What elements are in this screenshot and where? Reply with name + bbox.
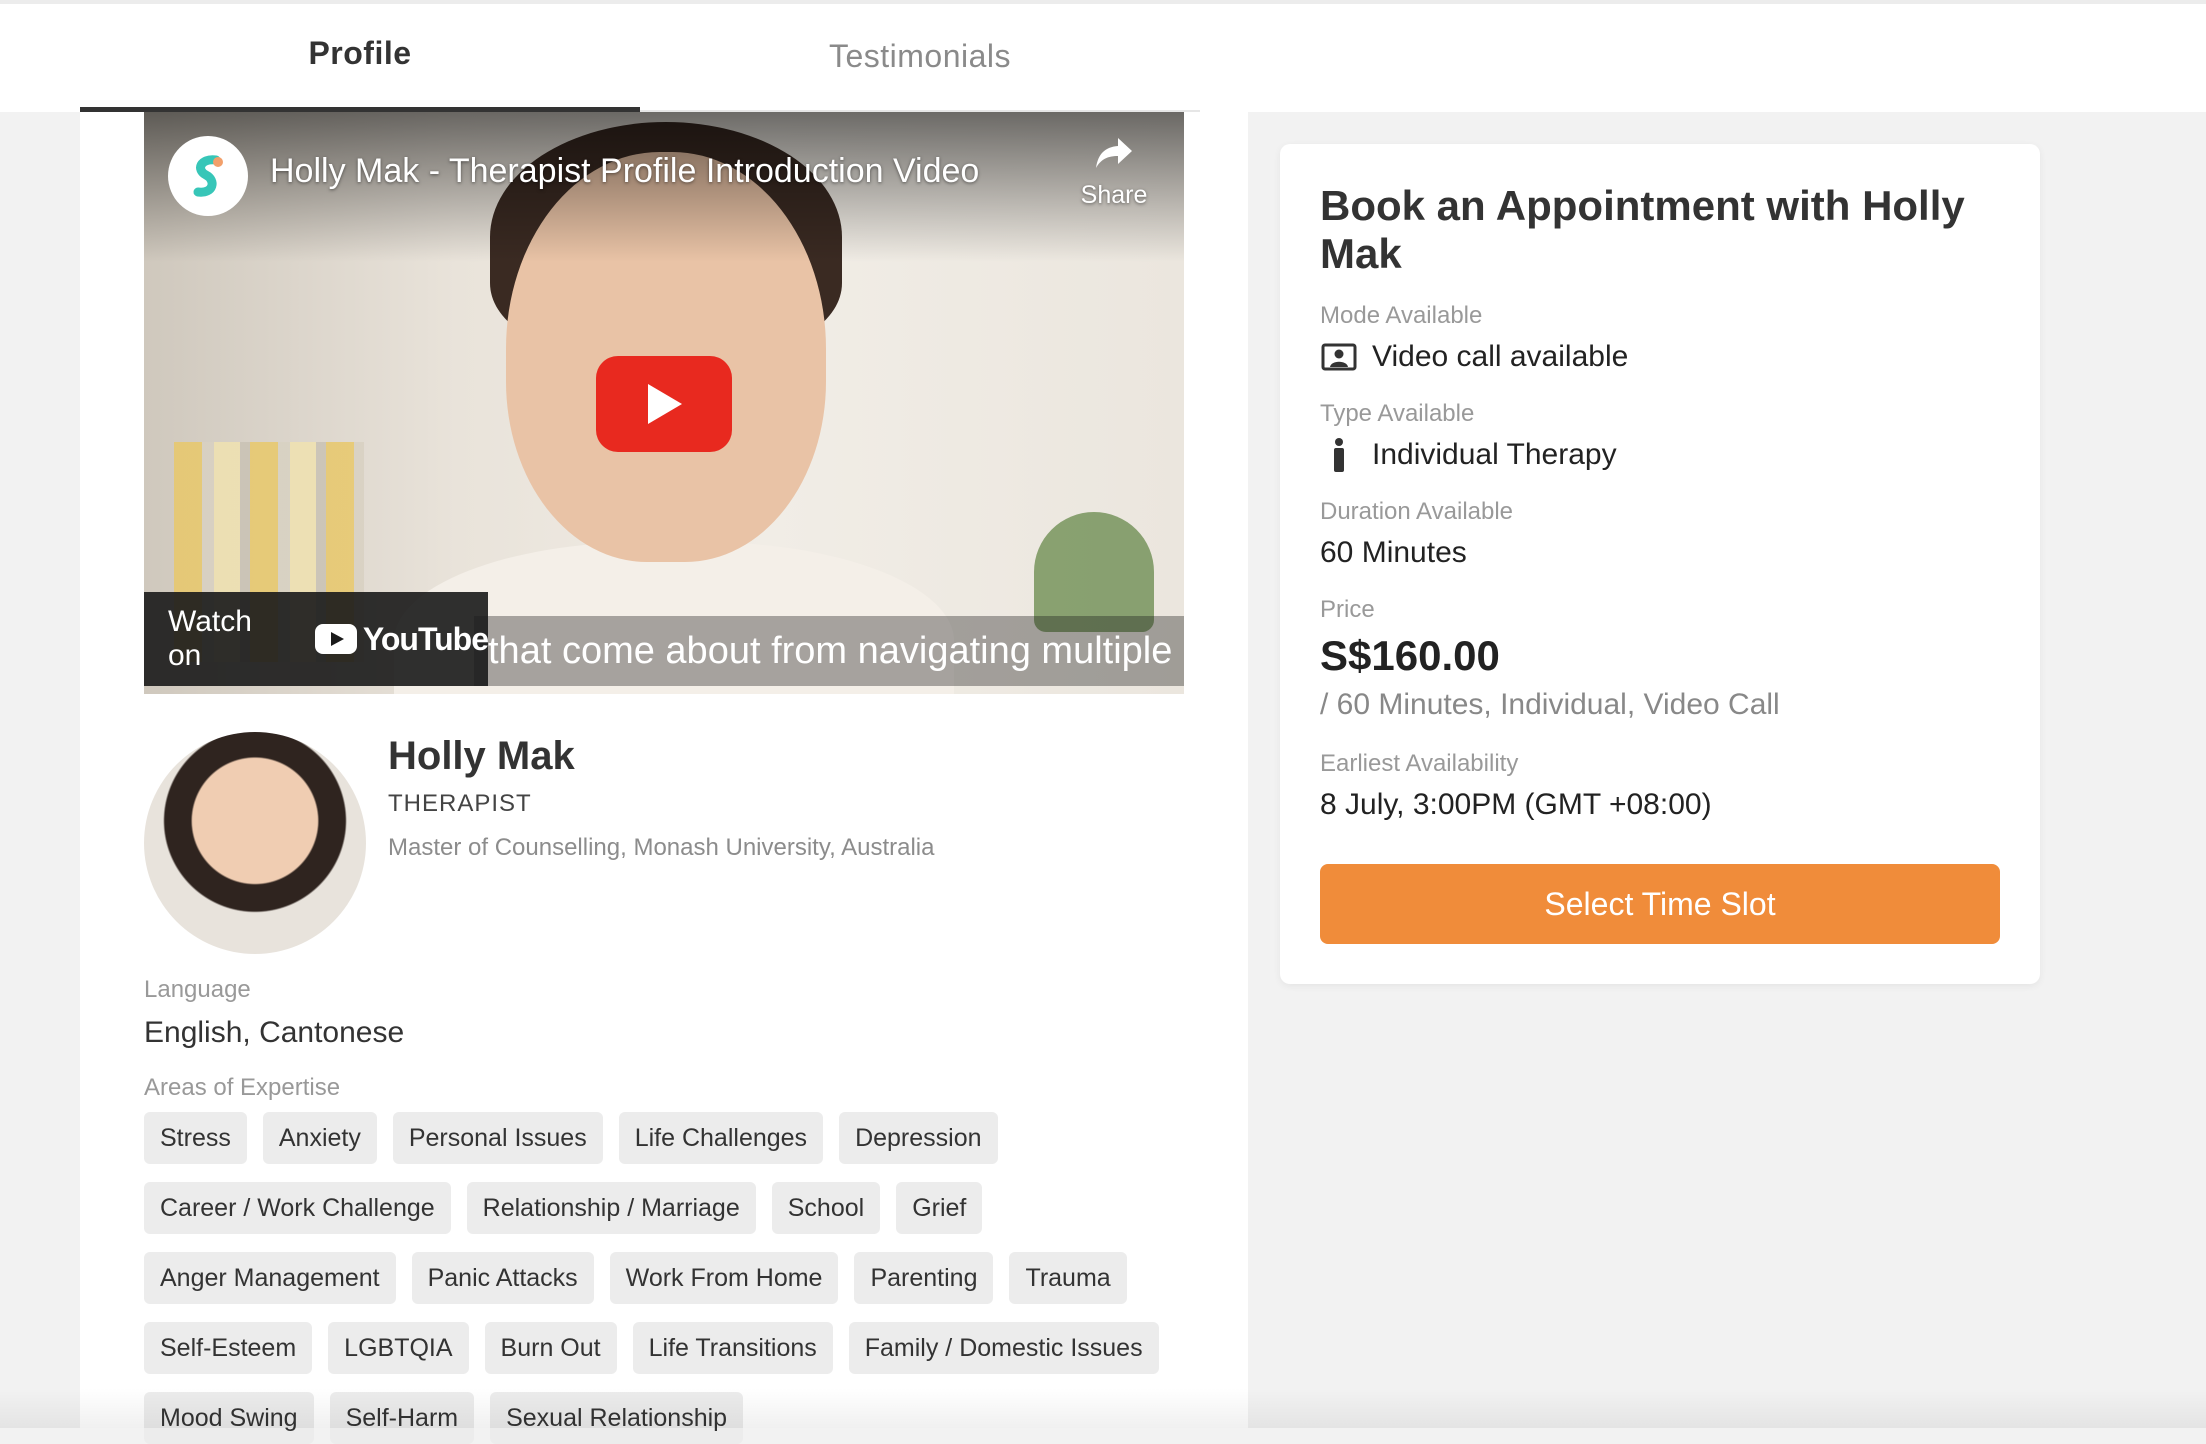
video-caption: that come about from navigating multiple…: [474, 616, 1184, 686]
therapist-role: THERAPIST: [388, 790, 532, 817]
profile-card: Holly Mak - Therapist Profile Introducti…: [80, 112, 1248, 1444]
expertise-tag: Life Transitions: [632, 1322, 833, 1374]
language-label: Language: [144, 976, 251, 1003]
type-value: Individual Therapy: [1320, 438, 1617, 472]
youtube-icon: [314, 624, 357, 654]
mode-value: Video call available: [1320, 340, 1628, 374]
expertise-tag: School: [771, 1182, 881, 1234]
expertise-tag: Self-Esteem: [144, 1322, 313, 1374]
mode-value-text: Video call available: [1372, 340, 1629, 373]
therapist-name: Holly Mak: [388, 734, 575, 778]
profile-tabs: Profile Testimonials: [80, 0, 1200, 112]
bottom-fade: [0, 1388, 2206, 1428]
video-background-plant: [1034, 512, 1154, 632]
type-value-text: Individual Therapy: [1372, 438, 1617, 471]
expertise-tag: Anger Management: [144, 1252, 396, 1304]
play-icon: [648, 384, 682, 424]
share-button[interactable]: Share: [1054, 136, 1174, 210]
expertise-tag: LGBTQIA: [328, 1322, 469, 1374]
price-label: Price: [1320, 596, 1375, 623]
share-icon: [1096, 138, 1132, 168]
tab-profile[interactable]: Profile: [80, 0, 640, 112]
expertise-tag: Career / Work Challenge: [144, 1182, 451, 1234]
mode-label: Mode Available: [1320, 302, 1483, 329]
select-time-slot-button[interactable]: Select Time Slot: [1320, 864, 2000, 944]
video-title[interactable]: Holly Mak - Therapist Profile Introducti…: [270, 152, 979, 191]
booking-title: Book an Appointment with Holly Mak: [1320, 182, 1965, 277]
availability-label: Earliest Availability: [1320, 750, 1519, 777]
youtube-wordmark: YouTube: [362, 620, 489, 657]
expertise-tag: Grief: [896, 1182, 983, 1234]
expertise-tag: Depression: [839, 1112, 998, 1164]
share-label: Share: [1080, 181, 1148, 209]
expertise-tag: Burn Out: [484, 1322, 617, 1374]
therapist-avatar: [144, 732, 366, 954]
expertise-tag: Work From Home: [609, 1252, 839, 1304]
expertise-tag: Stress: [144, 1112, 247, 1164]
expertise-label: Areas of Expertise: [144, 1074, 341, 1101]
duration-value: 60 Minutes: [1320, 536, 1467, 569]
price-value: S$160.00: [1320, 632, 1500, 679]
person-icon: [1320, 438, 1358, 472]
watch-on-youtube-button[interactable]: Watch on YouTube: [144, 592, 489, 686]
language-value: English, Cantonese: [144, 1016, 405, 1049]
watch-on-label: Watch on: [168, 605, 252, 672]
availability-value: 8 July, 3:00PM (GMT +08:00): [1320, 788, 1712, 821]
expertise-tag: Family / Domestic Issues: [848, 1322, 1159, 1374]
expertise-tag: Parenting: [854, 1252, 994, 1304]
expertise-tag: Relationship / Marriage: [466, 1182, 756, 1234]
play-button[interactable]: [596, 356, 732, 452]
therapist-qualification: Master of Counselling, Monash University…: [388, 834, 935, 861]
expertise-tag: Panic Attacks: [411, 1252, 594, 1304]
youtube-logo: YouTube: [314, 620, 489, 658]
intro-video-player[interactable]: Holly Mak - Therapist Profile Introducti…: [144, 112, 1184, 694]
tab-testimonials[interactable]: Testimonials: [640, 0, 1200, 112]
booking-card: Book an Appointment with Holly Mak Mode …: [1280, 144, 2040, 984]
duration-label: Duration Available: [1320, 498, 1514, 525]
price-note: / 60 Minutes, Individual, Video Call: [1320, 688, 1780, 721]
video-call-icon: [1320, 341, 1358, 373]
expertise-tag: Trauma: [1009, 1252, 1127, 1304]
expertise-tag: Anxiety: [262, 1112, 377, 1164]
expertise-tag: Personal Issues: [392, 1112, 603, 1164]
expertise-tag: Life Challenges: [618, 1112, 824, 1164]
channel-logo-icon[interactable]: [168, 136, 248, 216]
type-label: Type Available: [1320, 400, 1475, 427]
